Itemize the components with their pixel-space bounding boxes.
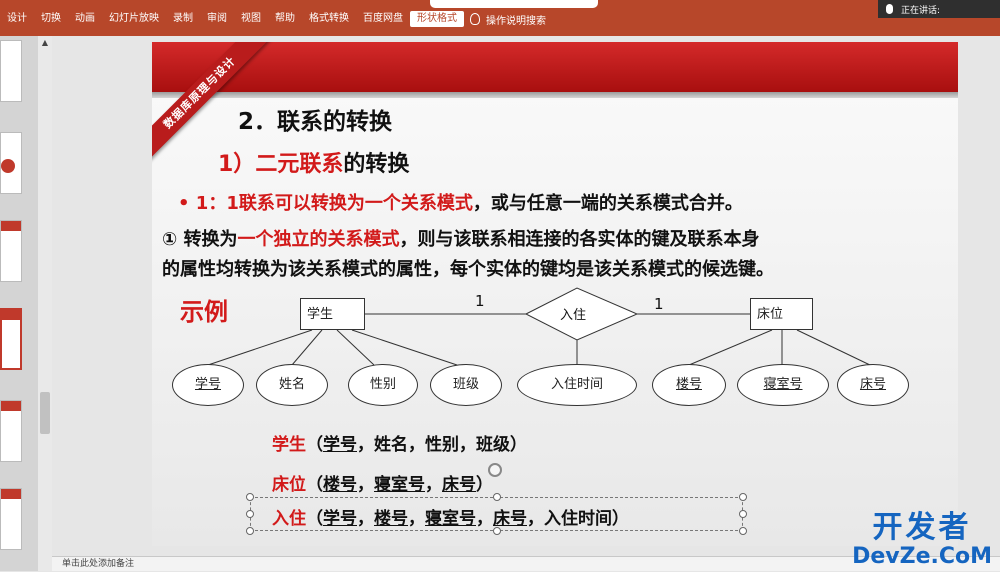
scrollbar-thumb[interactable] xyxy=(40,392,50,434)
cardinality-left: 1 xyxy=(475,292,485,310)
thumbnail-red-circle xyxy=(1,159,15,173)
tell-me-search[interactable]: 操作说明搜索 xyxy=(470,12,546,27)
thumbnail-red-band xyxy=(1,489,21,499)
attribute-label: 性别 xyxy=(369,377,396,392)
tab-shape-format[interactable]: 形状格式 xyxy=(410,11,464,27)
attribute-label: 床号 xyxy=(859,377,886,392)
slide-canvas[interactable]: 数据库原理与设计 2．联系的转换 1）二元联系的转换 • 1：1联系可以转换为一… xyxy=(152,42,958,546)
tab-help[interactable]: 帮助 xyxy=(268,11,302,27)
schema-rest: ） xyxy=(476,475,493,495)
watermark-cn: 开发者 xyxy=(872,510,972,545)
schema-paren: （ xyxy=(306,435,323,455)
ribbon-tabs: 设计 切换 动画 幻灯片放映 录制 审阅 视图 帮助 格式转换 百度网盘 形状格… xyxy=(0,11,546,27)
schema-rest: ，姓名，性别，班级） xyxy=(357,435,527,455)
slide-thumbnail[interactable] xyxy=(0,132,22,194)
schema-name: 床位 xyxy=(272,475,306,495)
notes-placeholder: 单击此处添加备注 xyxy=(62,559,135,569)
resize-handle[interactable] xyxy=(246,510,254,518)
tab-design[interactable]: 设计 xyxy=(0,11,34,27)
slide-thumbnail-selected[interactable] xyxy=(0,308,22,370)
microphone-icon xyxy=(886,4,893,14)
tab-animations[interactable]: 动画 xyxy=(68,11,102,27)
attribute-label: 学号 xyxy=(194,377,221,392)
resize-handle[interactable] xyxy=(246,493,254,501)
attribute-checkin-time: 入住时间 xyxy=(517,364,637,406)
attribute-label: 姓名 xyxy=(278,377,305,392)
attribute-room-no: 寝室号 xyxy=(737,364,829,406)
attribute-building-no: 楼号 xyxy=(652,364,726,406)
attribute-label: 入住时间 xyxy=(550,377,603,392)
tell-me-label: 操作说明搜索 xyxy=(486,15,546,27)
attribute-bed-no: 床号 xyxy=(837,364,909,406)
thumbnail-scrollbar[interactable] xyxy=(38,36,52,571)
schema-key: 寝室号 xyxy=(374,475,425,495)
attribute-label: 楼号 xyxy=(675,377,702,392)
attribute-label: 寝室号 xyxy=(763,377,803,392)
resize-handle[interactable] xyxy=(739,527,747,535)
schema-bed: 床位（楼号，寝室号，床号） xyxy=(272,475,493,495)
scroll-up-arrow-icon[interactable]: ▲ xyxy=(40,38,50,48)
tab-view[interactable]: 视图 xyxy=(234,11,268,27)
watermark-en: DevZe.CoM xyxy=(852,544,992,569)
schema-paren: （ xyxy=(306,475,323,495)
resize-handle[interactable] xyxy=(739,510,747,518)
pointer-cursor-icon xyxy=(488,463,502,477)
entity-student: 学生 xyxy=(300,298,365,330)
thumbnail-red-band xyxy=(1,221,21,231)
schema-key: 学号 xyxy=(323,435,357,455)
tab-baidu-netdisk[interactable]: 百度网盘 xyxy=(356,11,410,27)
thumbnail-red-band xyxy=(2,310,20,320)
slide-thumbnail[interactable] xyxy=(0,488,22,550)
tab-review[interactable]: 审阅 xyxy=(200,11,234,27)
textbox-selection-frame[interactable] xyxy=(250,497,743,531)
relationship-label: 入住 xyxy=(560,308,587,323)
speaker-indicator: 正在讲话: xyxy=(878,0,1000,18)
attribute-class: 班级 xyxy=(430,364,502,406)
schema-student: 学生（学号，姓名，性别，班级） xyxy=(272,430,527,455)
attribute-label: 班级 xyxy=(452,377,479,392)
resize-handle[interactable] xyxy=(493,527,501,535)
speaker-label: 正在讲话: xyxy=(901,5,941,16)
schema-name: 学生 xyxy=(272,435,306,455)
thumbnail-red-band xyxy=(1,401,21,411)
tab-record[interactable]: 录制 xyxy=(166,11,200,27)
watermark-logo: 开发者 DevZe.CoM xyxy=(852,511,992,569)
entity-bed: 床位 xyxy=(750,298,813,330)
lightbulb-icon xyxy=(470,13,480,25)
slide-thumbnail[interactable] xyxy=(0,220,22,282)
slide-thumbnail[interactable] xyxy=(0,40,22,102)
schema-key: 床号 xyxy=(442,475,476,495)
schema-key: 楼号 xyxy=(323,475,357,495)
title-search-box[interactable] xyxy=(430,0,598,8)
tab-transitions[interactable]: 切换 xyxy=(34,11,68,27)
cardinality-right: 1 xyxy=(654,295,664,313)
attribute-name: 姓名 xyxy=(256,364,328,406)
resize-handle[interactable] xyxy=(739,493,747,501)
resize-handle[interactable] xyxy=(493,493,501,501)
tab-slideshow[interactable]: 幻灯片放映 xyxy=(102,11,166,27)
tab-format-convert[interactable]: 格式转换 xyxy=(302,11,356,27)
attribute-student-id: 学号 xyxy=(172,364,244,406)
slide-thumbnail[interactable] xyxy=(0,400,22,462)
attribute-gender: 性别 xyxy=(348,364,418,406)
resize-handle[interactable] xyxy=(246,527,254,535)
